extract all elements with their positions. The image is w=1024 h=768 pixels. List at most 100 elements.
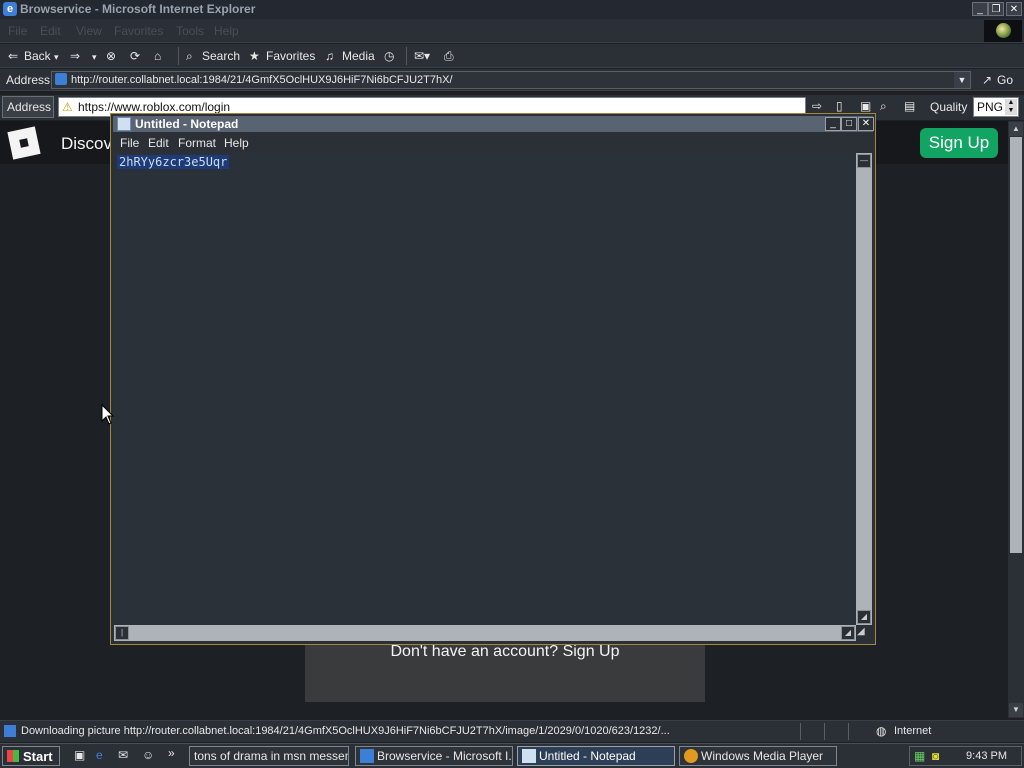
task-browservice[interactable]: Browservice - Microsoft I...	[355, 746, 513, 766]
quality-label: Quality	[930, 100, 968, 114]
notepad-title: Untitled - Notepad	[135, 117, 239, 131]
address-field[interactable]: http://router.collabnet.local:1984/21/4G…	[51, 71, 971, 89]
clipboard-icon[interactable]: ▤	[904, 99, 915, 113]
notepad-maximize-button[interactable]: □	[841, 117, 857, 131]
navigate-arrow-icon[interactable]: ⇨	[812, 99, 822, 113]
back-dropdown-icon[interactable]: ▾	[54, 52, 59, 63]
quicklaunch-more-icon[interactable]: »	[168, 746, 175, 760]
menu-tools[interactable]: Tools	[176, 24, 204, 38]
window-title: Browservice - Microsoft Internet Explore…	[20, 2, 256, 16]
task-msn-messenger[interactable]: tons of drama in msn messen...	[189, 746, 349, 766]
restore-button[interactable]: ❐	[988, 2, 1004, 16]
system-tray: ▦ ◙ 9:43 PM	[909, 746, 1022, 766]
close-button[interactable]: ✕	[1006, 2, 1022, 16]
address-url: http://router.collabnet.local:1984/21/4G…	[71, 74, 453, 86]
print-icon[interactable]: ⎙	[444, 49, 454, 64]
forward-dropdown-icon[interactable]: ▾	[92, 52, 97, 63]
ie-quicklaunch-icon[interactable]: e	[96, 748, 103, 762]
mail-icon[interactable]: ✉▾	[414, 49, 430, 63]
volume-icon[interactable]: ◙	[932, 749, 939, 763]
notepad-menu-help[interactable]: Help	[224, 136, 249, 150]
taskbar: Start ▣ e ✉ ☺ » tons of drama in msn mes…	[0, 743, 1024, 768]
task-label: Untitled - Notepad	[539, 749, 636, 763]
history-icon[interactable]: ◷	[384, 49, 394, 63]
scroll-down-icon[interactable]: ▼	[1009, 703, 1023, 717]
menu-help[interactable]: Help	[214, 24, 239, 38]
notepad-vertical-scrollbar[interactable]: — ◢	[856, 153, 872, 625]
find-icon[interactable]: ⌕	[880, 99, 887, 114]
stop-icon[interactable]: ⊗	[106, 49, 116, 63]
notepad-menu-format[interactable]: Format	[178, 136, 216, 150]
notepad-window[interactable]: Untitled - Notepad _ □ ✕ File Edit Forma…	[110, 113, 876, 645]
ie-icon	[360, 749, 374, 763]
quality-select[interactable]: PNG ▲ ▼	[973, 97, 1019, 117]
roblox-logo-icon[interactable]	[7, 126, 41, 160]
back-arrow-icon: ⇐	[8, 49, 19, 63]
windows-logo-icon	[984, 20, 1022, 42]
show-desktop-icon[interactable]: ▣	[74, 748, 85, 762]
task-label: Browservice - Microsoft I...	[377, 749, 513, 763]
notepad-minimize-button[interactable]: _	[825, 117, 841, 131]
messenger-icon[interactable]: ☺	[142, 748, 154, 762]
media-button[interactable]: Media	[342, 49, 375, 63]
menu-edit[interactable]: Edit	[40, 24, 61, 38]
go-button[interactable]: Go	[997, 73, 1013, 87]
browservice-url: https://www.roblox.com/login	[78, 100, 231, 114]
page-icon	[55, 73, 67, 85]
menu-file[interactable]: File	[8, 24, 27, 38]
save-icon[interactable]: ▣	[860, 99, 871, 113]
windows-flag-icon	[7, 750, 19, 762]
notepad-title-bar[interactable]: Untitled - Notepad _ □ ✕	[113, 116, 874, 132]
notepad-icon	[117, 117, 131, 131]
back-button[interactable]: Back	[24, 49, 51, 63]
notepad-close-button[interactable]: ✕	[858, 117, 874, 131]
mouse-cursor-icon	[101, 404, 115, 425]
search-icon: ⌕	[186, 49, 193, 63]
start-label: Start	[23, 749, 53, 764]
download-icon	[4, 725, 16, 737]
menu-view[interactable]: View	[76, 24, 102, 38]
notepad-scroll-down-icon[interactable]: ◢	[857, 610, 871, 624]
notepad-horizontal-scrollbar[interactable]: | ◢	[114, 625, 856, 641]
bookmark-icon[interactable]: ▯	[836, 99, 843, 113]
security-zone: Internet	[894, 725, 932, 737]
network-icon[interactable]: ▦	[914, 749, 925, 763]
notepad-selected-text[interactable]: 2hRYy6zcr3e5Uqr	[117, 155, 230, 169]
ie-address-bar: Address http://router.collabnet.local:19…	[0, 69, 1024, 91]
media-player-icon	[684, 749, 698, 763]
notepad-text-area[interactable]: 2hRYy6zcr3e5Uqr	[114, 153, 856, 625]
task-windows-media-player[interactable]: Windows Media Player	[679, 746, 837, 766]
scroll-up-icon[interactable]: ▲	[1009, 122, 1023, 136]
address-dropdown-icon[interactable]: ▼	[954, 72, 970, 88]
clock[interactable]: 9:43 PM	[966, 750, 1007, 762]
internet-zone-icon: ◍	[876, 724, 887, 738]
task-label: tons of drama in msn messen...	[194, 749, 349, 763]
notepad-scroll-left-icon[interactable]: |	[115, 626, 129, 640]
favorites-icon: ★	[249, 49, 260, 63]
signup-link[interactable]: Sign Up	[563, 643, 620, 660]
browservice-address-label-box: Address	[2, 96, 54, 118]
quality-spinner-icon[interactable]: ▲ ▼	[1005, 99, 1017, 115]
ie-status-bar: Downloading picture http://router.collab…	[0, 720, 1024, 742]
refresh-icon[interactable]: ⟳	[130, 49, 140, 63]
home-icon[interactable]: ⌂	[154, 49, 161, 63]
go-arrow-icon: ↗	[982, 73, 993, 87]
search-button[interactable]: Search	[202, 49, 240, 63]
notepad-menu-file[interactable]: File	[120, 136, 139, 150]
minimize-button[interactable]: _	[972, 2, 988, 16]
task-notepad[interactable]: Untitled - Notepad	[517, 746, 675, 766]
notepad-scroll-right-icon[interactable]: ◢	[841, 626, 855, 640]
forward-button[interactable]: ⇒	[70, 49, 80, 63]
notepad-scroll-up-icon[interactable]: —	[857, 154, 871, 168]
signup-button[interactable]: Sign Up	[920, 128, 998, 158]
status-pane	[800, 723, 823, 740]
favorites-button[interactable]: Favorites	[266, 49, 315, 63]
resize-grip-icon[interactable]: ◢	[857, 626, 871, 640]
page-scrollbar[interactable]: ▲ ▼	[1008, 121, 1024, 718]
notepad-menu-edit[interactable]: Edit	[148, 136, 169, 150]
menu-favorites[interactable]: Favorites	[114, 24, 163, 38]
outlook-icon[interactable]: ✉	[118, 748, 128, 762]
address-label: Address	[6, 73, 51, 87]
scroll-thumb[interactable]	[1010, 137, 1022, 553]
start-button[interactable]: Start	[2, 746, 60, 766]
